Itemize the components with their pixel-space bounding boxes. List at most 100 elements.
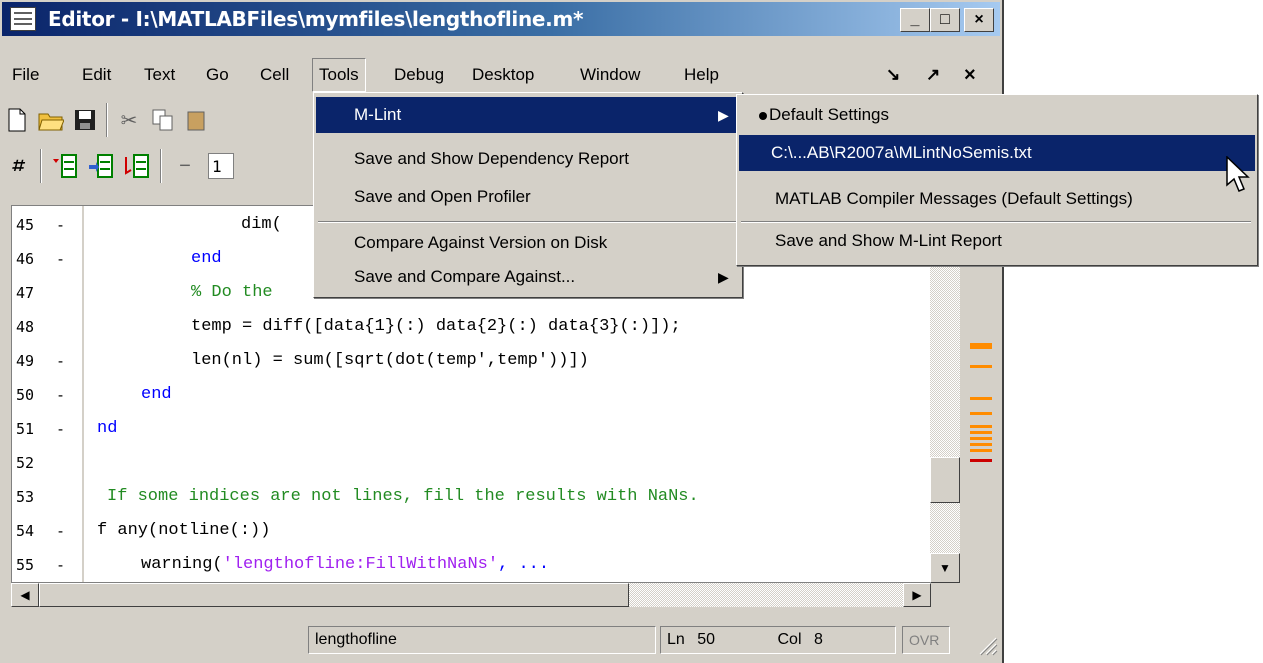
warning-marker[interactable] (970, 343, 992, 349)
line-number-text: 54 (16, 522, 35, 540)
cell-increment-field[interactable]: 1 (208, 153, 234, 179)
paste-icon[interactable] (184, 107, 210, 133)
line-number: 54 - (16, 514, 76, 548)
undock-icon[interactable]: ↘ (880, 58, 906, 92)
line-number-text: 53 (16, 488, 35, 506)
error-marker[interactable] (970, 459, 992, 462)
pin-icon[interactable]: ↗ (920, 58, 946, 92)
warning-marker[interactable] (970, 437, 992, 440)
breakpoint-dash[interactable]: - (56, 412, 65, 446)
warning-marker[interactable] (970, 431, 992, 434)
line-number: 48 (16, 310, 76, 344)
string-literal: 'lengthofline:FillWithNaNs' (222, 555, 499, 574)
menu-tools[interactable]: Tools (312, 58, 366, 92)
menu-cell[interactable]: Cell (254, 58, 295, 92)
scroll-right-button[interactable]: ▶ (903, 583, 931, 607)
breakpoint-dash[interactable]: - (56, 514, 65, 548)
warning-marker[interactable] (970, 365, 992, 368)
close-doc-icon[interactable]: × (958, 58, 982, 92)
line-number: 50 - (16, 378, 76, 412)
menu-item-default-settings[interactable]: Default Settings (739, 97, 1255, 133)
menu-bar: File Edit Text Go Cell Tools Debug Deskt… (2, 58, 1000, 92)
warning-marker[interactable] (970, 425, 992, 428)
menu-edit[interactable]: Edit (76, 58, 117, 92)
line-number-text: 45 (16, 216, 35, 234)
menu-item-mlint-report[interactable]: Save and Show M-Lint Report (739, 223, 1255, 259)
code-line[interactable]: % Do the (191, 276, 273, 310)
menu-item-dependency-report[interactable]: Save and Show Dependency Report (316, 141, 740, 177)
status-position: Ln 50 Col 8 (660, 626, 896, 654)
toolbar-separator (160, 149, 162, 183)
line-number: 51 - (16, 412, 76, 446)
code-line[interactable]: temp = diff([data{1}(:) data{2}(:) data{… (191, 310, 681, 344)
menu-window[interactable]: Window (574, 58, 646, 92)
eval-entire-file-icon[interactable] (124, 153, 150, 179)
menu-go[interactable]: Go (200, 58, 235, 92)
breakpoint-dash[interactable]: - (56, 378, 65, 412)
maximize-button[interactable]: □ (930, 8, 960, 32)
line-number-text: 49 (16, 352, 35, 370)
mlint-submenu: Default Settings C:\...AB\R2007a\MLintNo… (736, 94, 1258, 266)
warning-marker[interactable] (970, 449, 992, 452)
toolbar-cell: ⌗ − 1 (4, 146, 324, 186)
eval-cell-icon[interactable] (52, 153, 78, 179)
menu-item-compare-against[interactable]: Save and Compare Against... ▶ (316, 259, 740, 295)
eval-cell-advance-icon[interactable] (88, 153, 114, 179)
resize-grip-icon[interactable] (976, 634, 998, 656)
new-file-icon[interactable] (4, 107, 30, 133)
menu-item-compare-disk[interactable]: Compare Against Version on Disk (316, 225, 740, 261)
line-number-text: 55 (16, 556, 35, 574)
line-number: 47 (16, 276, 76, 310)
hscroll-thumb[interactable] (39, 583, 629, 607)
submenu-arrow-icon: ▶ (718, 269, 729, 285)
col-value: 8 (813, 631, 823, 648)
save-icon[interactable] (72, 107, 98, 133)
menu-file[interactable]: File (6, 58, 45, 92)
line-number-text: 52 (16, 454, 35, 472)
open-folder-icon[interactable] (38, 107, 64, 133)
breakpoint-dash[interactable]: - (56, 242, 65, 276)
menu-item-mlint[interactable]: M-Lint ▶ (316, 97, 740, 133)
code-line[interactable]: If some indices are not lines, fill the … (107, 480, 699, 514)
breakpoint-dash[interactable]: - (56, 208, 65, 242)
line-number: 49 - (16, 344, 76, 378)
status-bar: lengthofline Ln 50 Col 8 OVR (2, 622, 1000, 656)
close-button[interactable]: × (964, 8, 994, 32)
menu-item-mlint-nosemis[interactable]: C:\...AB\R2007a\MLintNoSemis.txt (739, 135, 1255, 171)
code-line[interactable]: end (141, 378, 172, 412)
menu-item-compiler-messages[interactable]: MATLAB Compiler Messages (Default Settin… (739, 181, 1255, 217)
menu-debug[interactable]: Debug (388, 58, 450, 92)
menu-desktop[interactable]: Desktop (466, 58, 540, 92)
breakpoint-dash[interactable]: - (56, 344, 65, 378)
copy-icon[interactable] (150, 107, 176, 133)
menu-text[interactable]: Text (138, 58, 181, 92)
breakpoint-dash[interactable]: - (56, 548, 65, 582)
cut-icon[interactable]: ✂ (116, 107, 142, 133)
ln-label: Ln (667, 631, 685, 648)
scroll-down-button[interactable]: ▼ (930, 553, 960, 583)
vscroll-thumb[interactable] (930, 457, 960, 503)
decrement-icon[interactable]: − (172, 153, 198, 179)
title-bar[interactable]: Editor - I:\MATLABFiles\mymfiles\lengtho… (2, 2, 1000, 36)
line-number-text: 48 (16, 318, 35, 336)
warning-marker[interactable] (970, 443, 992, 446)
cell-mode-icon[interactable]: ⌗ (4, 153, 30, 179)
menu-help[interactable]: Help (678, 58, 725, 92)
line-number-text: 51 (16, 420, 35, 438)
scroll-left-button[interactable]: ◀ (11, 583, 39, 607)
minimize-button[interactable]: _ (900, 8, 930, 32)
menu-divider (318, 221, 738, 223)
menu-item-open-profiler[interactable]: Save and Open Profiler (316, 179, 740, 215)
code-line[interactable]: dim( (241, 208, 282, 242)
code-line[interactable]: nd (97, 412, 117, 446)
code-line[interactable]: f any(notline(:)) (97, 514, 270, 548)
toolbar-separator (106, 103, 108, 137)
horizontal-scrollbar[interactable]: ◀ ▶ (11, 583, 931, 607)
code-line[interactable]: end (191, 242, 222, 276)
code-line[interactable]: len(nl) = sum([sqrt(dot(temp',temp'))]) (191, 344, 589, 378)
warning-marker[interactable] (970, 397, 992, 400)
line-number: 52 (16, 446, 76, 480)
warning-marker[interactable] (970, 412, 992, 415)
code-line[interactable]: warning('lengthofline:FillWithNaNs', ... (141, 548, 549, 582)
line-number: 55 - (16, 548, 76, 582)
